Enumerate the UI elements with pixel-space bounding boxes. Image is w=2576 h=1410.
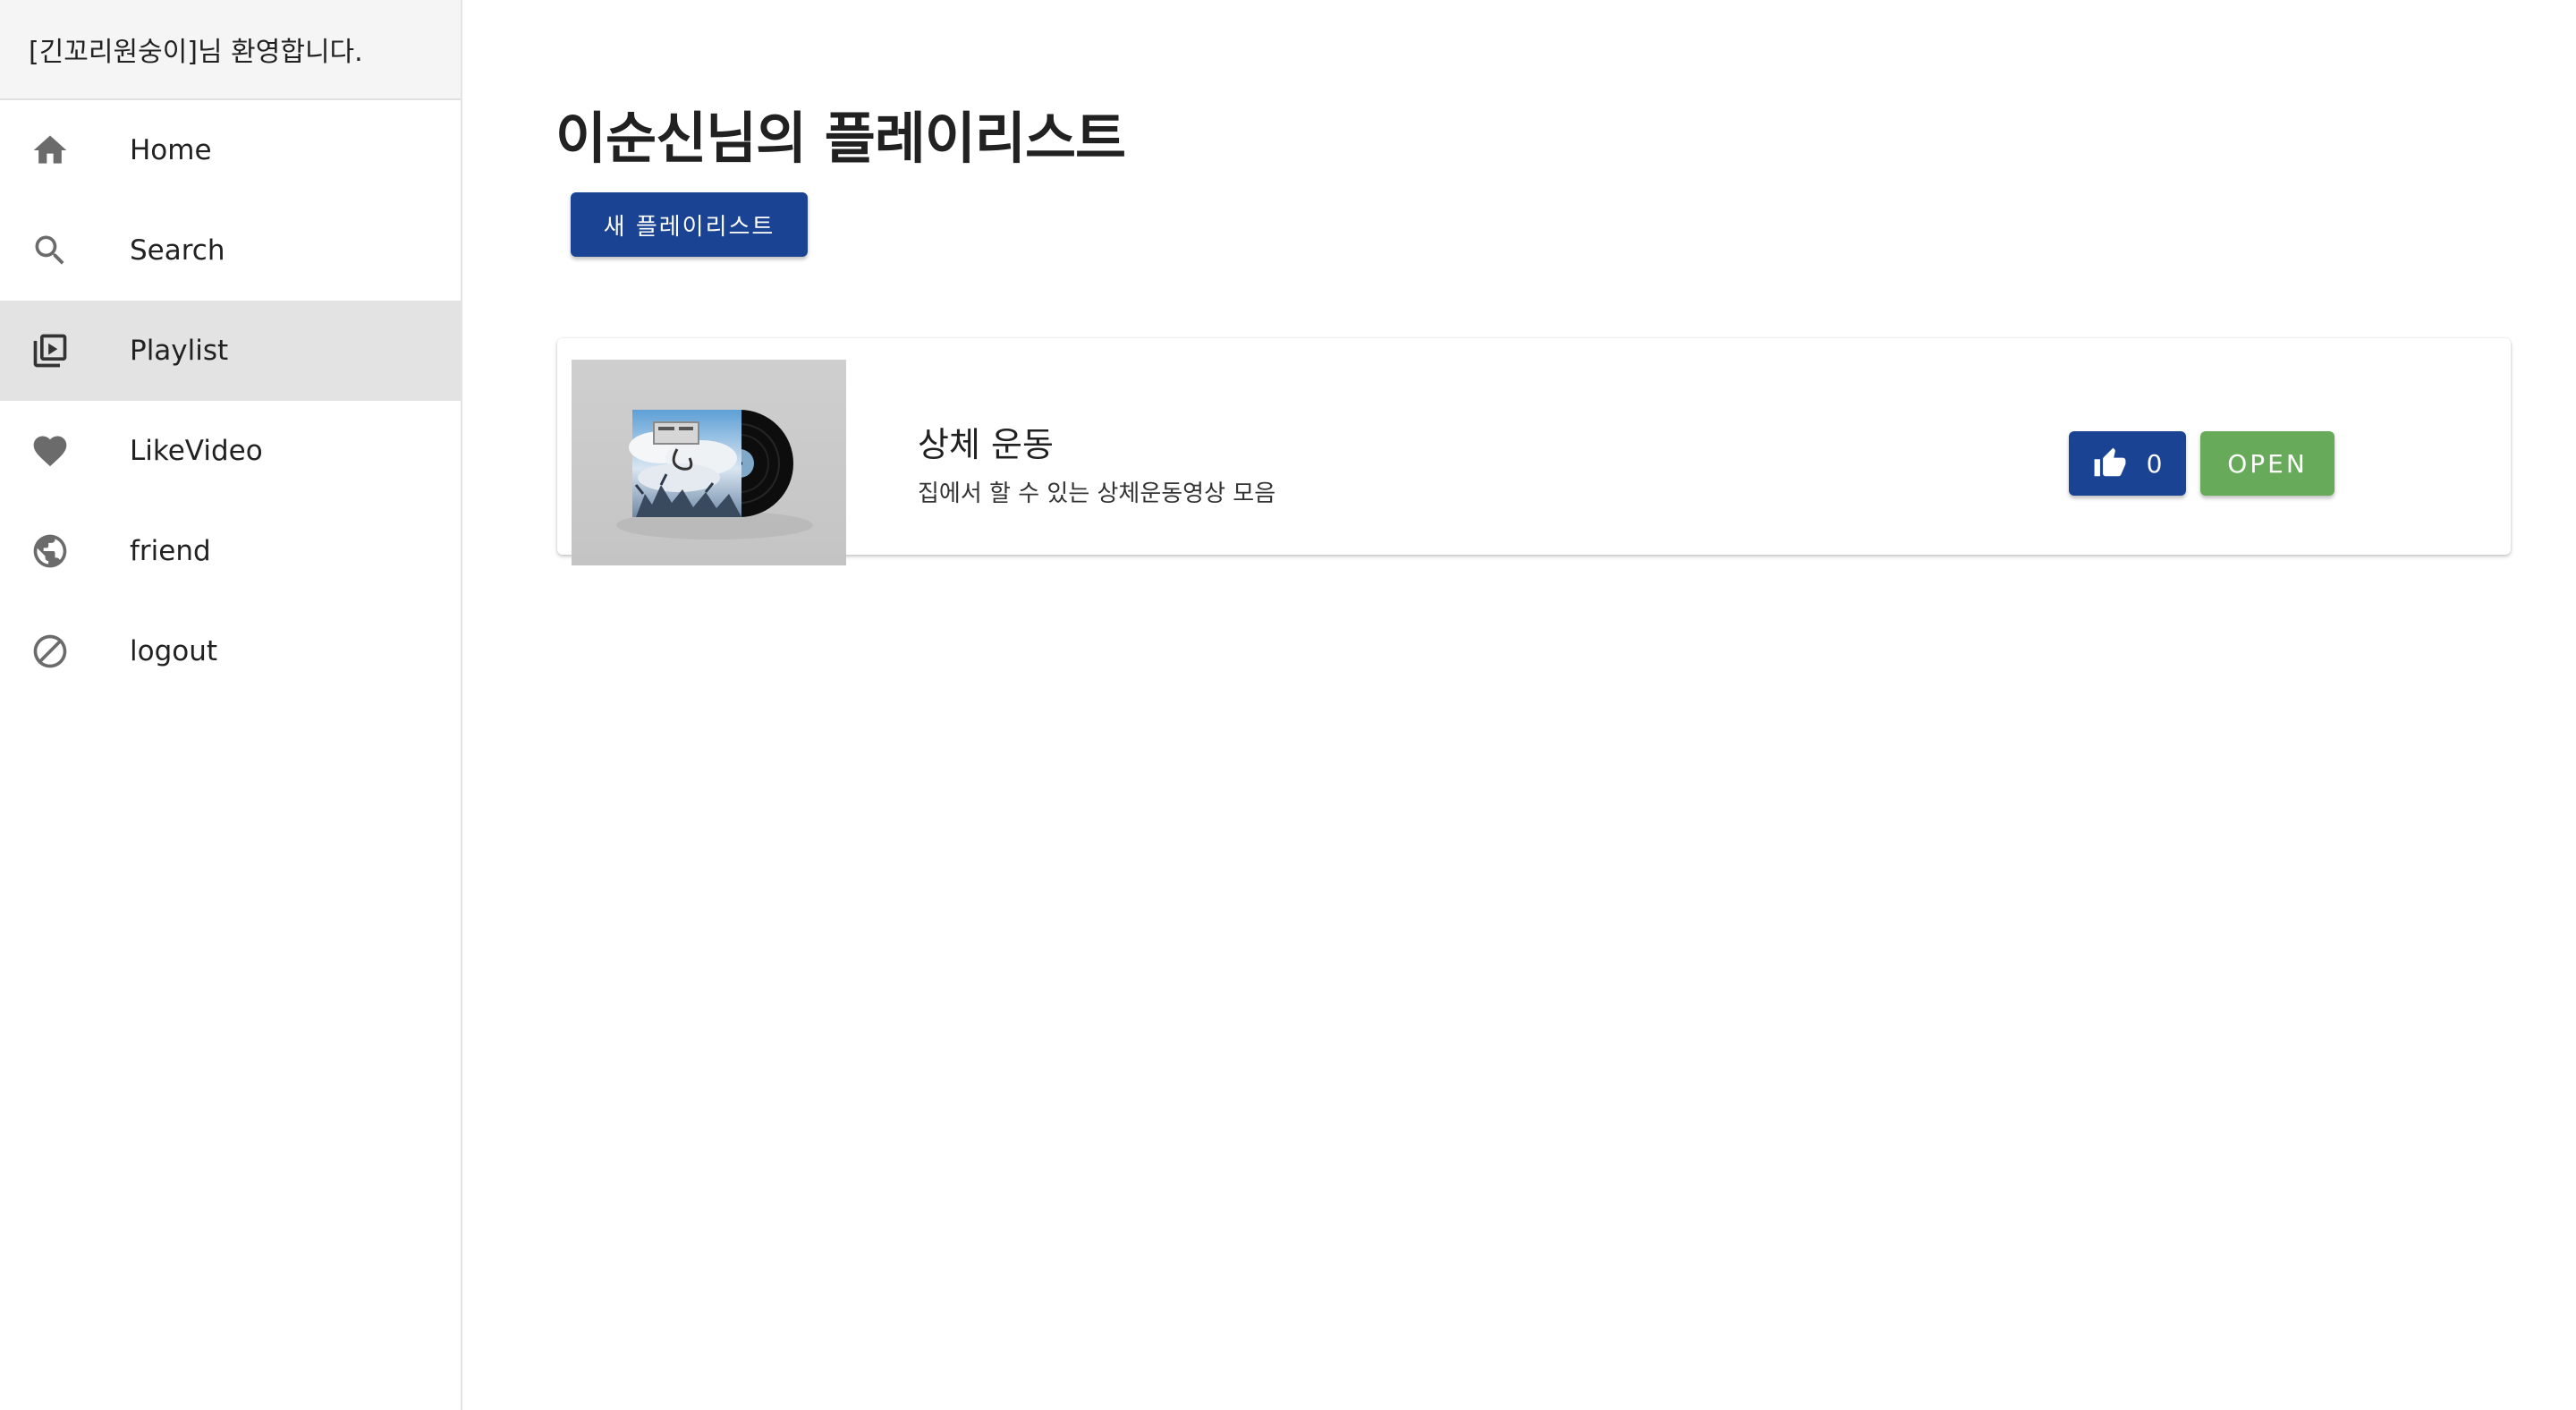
playlist-title: 상체 운동	[918, 425, 1054, 464]
sidebar-item-logout[interactable]: logout	[0, 601, 461, 701]
thumbs-up-icon	[2094, 447, 2125, 477]
welcome-message: [긴꼬리원숭이]님 환영합니다.	[0, 0, 461, 100]
globe-icon	[30, 531, 70, 571]
playlist-card: 상체 운동 집에서 할 수 있는 상체운동영상 모음 0 OPEN	[557, 338, 2511, 565]
heart-icon	[30, 431, 70, 471]
open-button[interactable]: OPEN	[2200, 431, 2334, 496]
playlist-description: 집에서 할 수 있는 상체운동영상 모음	[918, 480, 1276, 507]
search-icon	[30, 231, 70, 270]
sidebar-item-label: Home	[130, 134, 212, 166]
vinyl-album-thumbnail	[572, 360, 846, 565]
sidebar-item-search[interactable]: Search	[0, 200, 461, 301]
like-button[interactable]: 0	[2069, 431, 2186, 496]
block-icon	[30, 632, 70, 671]
sidebar-item-label: logout	[130, 635, 218, 667]
new-playlist-button[interactable]: 새 플레이리스트	[571, 192, 808, 257]
sidebar-item-label: Playlist	[130, 335, 229, 367]
sidebar-item-playlist[interactable]: Playlist	[0, 301, 461, 401]
sidebar-item-label: LikeVideo	[130, 435, 263, 467]
sidebar: [긴꼬리원숭이]님 환영합니다. Home Search Playlist Li…	[0, 0, 462, 1410]
sidebar-item-label: Search	[130, 234, 225, 267]
main-content: 이순신님의 플레이리스트 새 플레이리스트 상체 운동 집에서 할 수 있는 상…	[464, 0, 2576, 1410]
sidebar-item-friend[interactable]: friend	[0, 501, 461, 601]
page-title: 이순신님의 플레이리스트	[555, 106, 1126, 171]
sidebar-item-label: friend	[130, 535, 211, 567]
sidebar-item-likevideo[interactable]: LikeVideo	[0, 401, 461, 501]
playlist-icon	[30, 331, 70, 370]
like-count: 0	[2146, 448, 2163, 479]
home-icon	[30, 131, 70, 170]
sidebar-item-home[interactable]: Home	[0, 100, 461, 200]
